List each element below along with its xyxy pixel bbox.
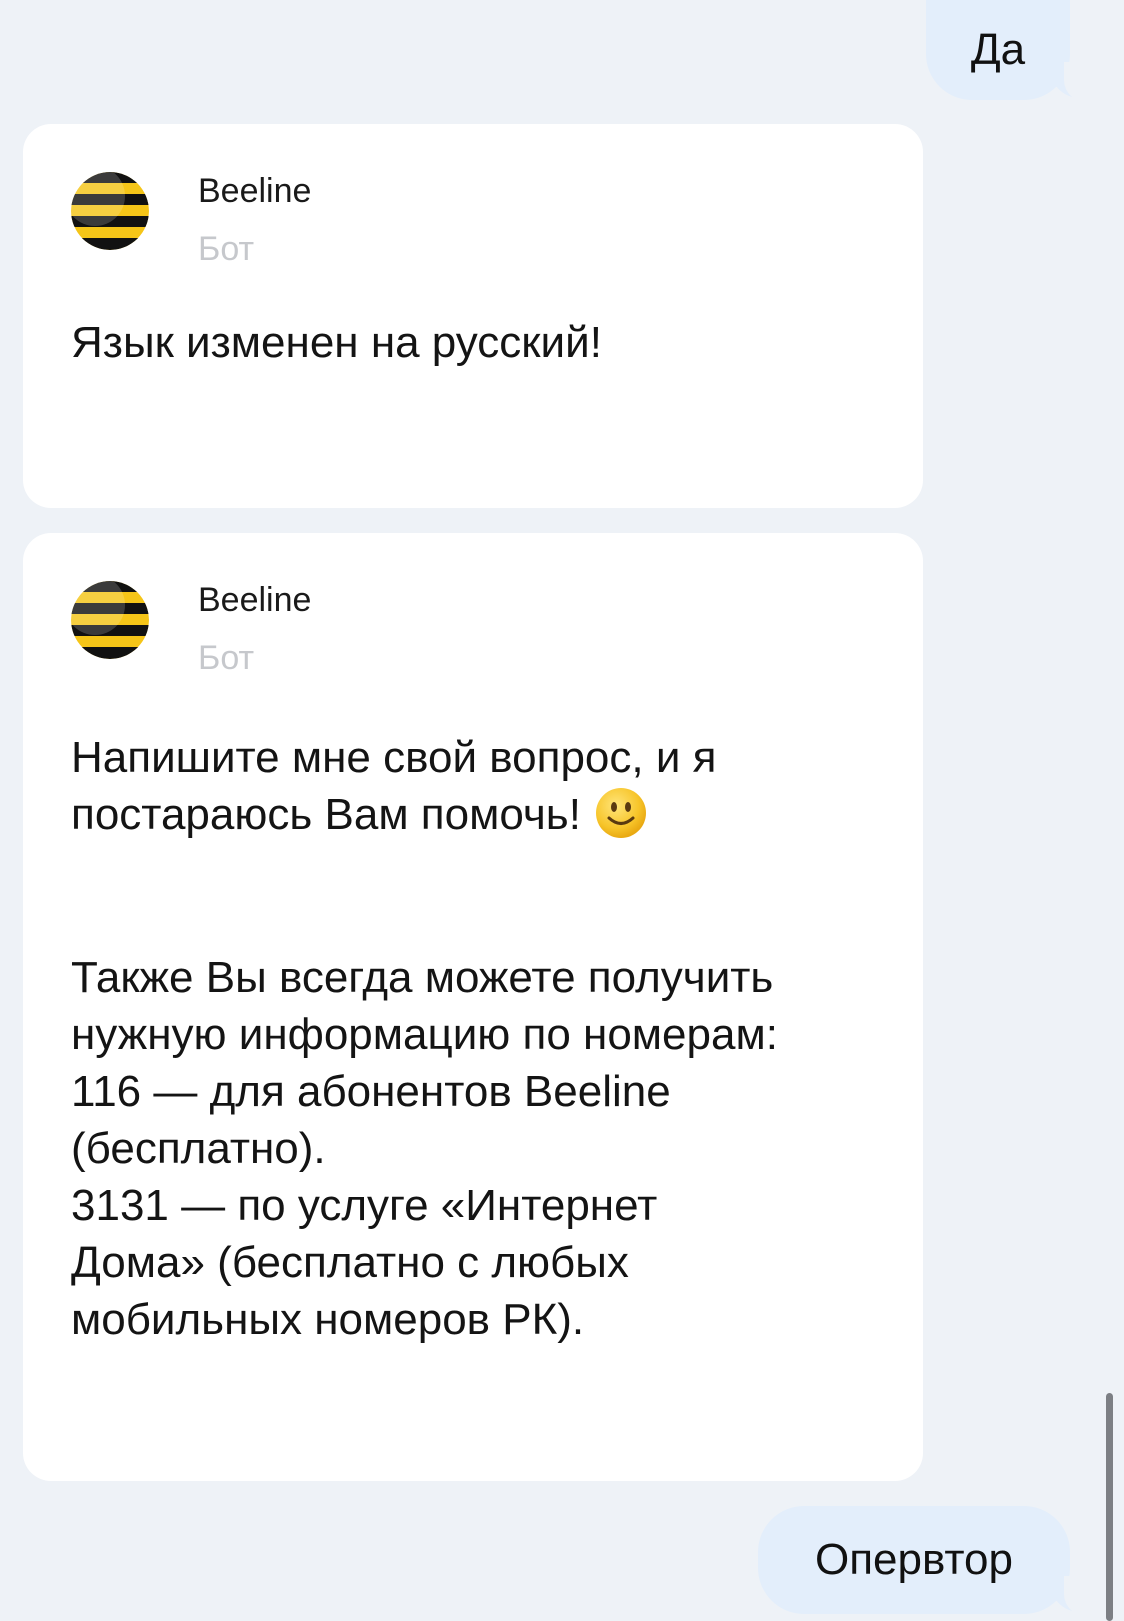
message-text: Также Вы всегда можете получить нужную и… <box>71 953 778 1344</box>
chat-thread: Да Beeline Бот Язык изменен на русский! … <box>0 0 1124 1621</box>
beeline-logo-icon <box>71 581 149 659</box>
message-text: Напишите мне свой вопрос, и я постараюсь… <box>71 729 883 843</box>
sender-role: Бот <box>198 230 255 268</box>
outgoing-message[interactable]: Опервтор <box>758 1506 1070 1614</box>
sender-name: Beeline <box>198 581 312 619</box>
outgoing-message-text: Да <box>970 25 1026 74</box>
bubble-tail <box>1050 62 1104 102</box>
outgoing-message-text: Опервтор <box>815 1535 1013 1584</box>
bubble-tail <box>1050 1576 1104 1616</box>
sender-name: Beeline <box>198 172 312 210</box>
bot-message-card: Beeline Бот Напишите мне свой вопрос, и … <box>23 533 923 1481</box>
message-text: Язык изменен на русский! <box>71 318 602 367</box>
smiling-face-icon <box>595 787 647 839</box>
outgoing-message[interactable]: Да <box>926 0 1070 100</box>
bot-message-card: Beeline Бот Язык изменен на русский! <box>23 124 923 508</box>
sender-role: Бот <box>198 639 255 677</box>
scrollbar[interactable] <box>1106 1393 1113 1621</box>
beeline-logo-icon <box>71 172 149 250</box>
